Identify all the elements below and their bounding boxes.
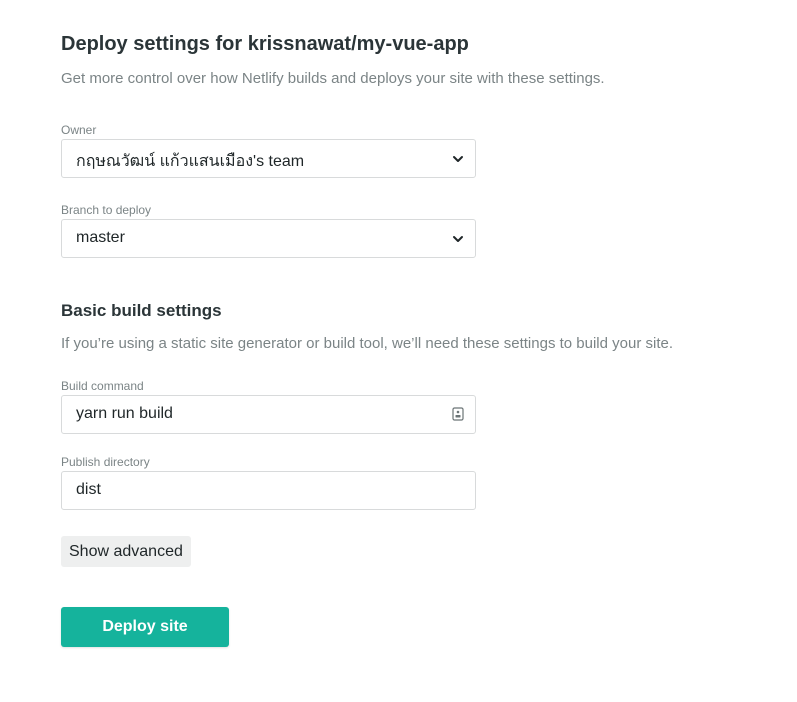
owner-select-value: กฤษณวัฒน์ แก้วแสนเมือง's team	[76, 153, 305, 170]
build-settings-subtitle: If you’re using a static site generator …	[61, 335, 674, 352]
branch-select-value: master	[76, 229, 125, 246]
build-command-label: Build command	[61, 379, 144, 393]
branch-label: Branch to deploy	[61, 203, 152, 217]
page-subtitle: Get more control over how Netlify builds…	[61, 70, 605, 87]
branch-select[interactable]: master	[61, 219, 476, 258]
publish-directory-label: Publish directory	[61, 455, 150, 469]
page-title: Deploy settings for krissnawat/my-vue-ap…	[61, 33, 469, 55]
owner-select[interactable]: กฤษณวัฒน์ แก้วแสนเมือง's team	[61, 139, 476, 178]
chevron-down-icon	[453, 156, 463, 162]
document-icon[interactable]	[452, 407, 464, 421]
build-settings-title: Basic build settings	[61, 301, 222, 320]
deploy-site-button[interactable]: Deploy site	[61, 607, 229, 647]
publish-directory-input[interactable]: dist	[61, 471, 476, 510]
chevron-down-icon	[453, 236, 463, 242]
show-advanced-button[interactable]: Show advanced	[61, 536, 191, 567]
build-command-input[interactable]: yarn run build	[61, 395, 476, 434]
build-command-value: yarn run build	[76, 405, 173, 422]
publish-directory-value: dist	[76, 481, 101, 498]
owner-label: Owner	[61, 123, 97, 137]
